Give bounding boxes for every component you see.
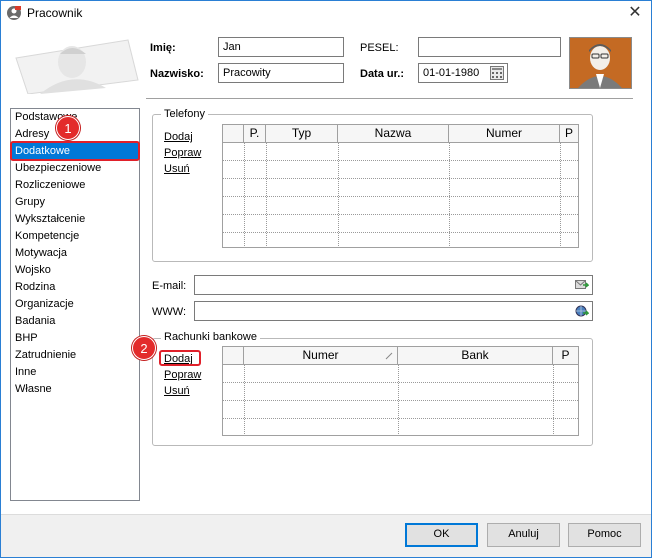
phones-add-link[interactable]: Dodaj — [164, 131, 193, 143]
sort-indicator-icon — [385, 352, 393, 360]
nav-item-bhp[interactable]: BHP — [15, 330, 38, 347]
nav-item-inne[interactable]: Inne — [15, 364, 36, 381]
ok-button[interactable]: OK — [405, 523, 478, 547]
birth-date-value: 01-01-1980 — [423, 67, 480, 79]
email-field[interactable] — [194, 275, 593, 295]
phones-group-title: Telefony — [161, 108, 208, 120]
nav-item-badania[interactable]: Badania — [15, 313, 55, 330]
step-badge-1: 1 — [56, 116, 80, 140]
bank-edit-link[interactable]: Popraw — [164, 369, 201, 381]
window-title: Pracownik — [27, 6, 83, 20]
first-name-field[interactable]: Jan — [218, 37, 344, 57]
bank-col-number[interactable]: Numer — [244, 347, 398, 365]
nav-item-wojsko[interactable]: Wojsko — [15, 262, 51, 279]
nav-item-kompetencje[interactable]: Kompetencje — [15, 228, 79, 245]
bank-grid-rows — [223, 365, 578, 435]
nav-item-rozliczeniowe[interactable]: Rozliczeniowe — [15, 177, 85, 194]
first-name-label: Imię: — [150, 42, 176, 54]
bank-col-bank[interactable]: Bank — [398, 347, 553, 365]
nav-item-motywacja[interactable]: Motywacja — [15, 245, 67, 262]
last-name-field[interactable]: Pracowity — [218, 63, 344, 83]
step-badge-2: 2 — [132, 336, 156, 360]
phones-col-p[interactable]: P. — [244, 125, 266, 143]
nav-item-zatrudnienie[interactable]: Zatrudnienie — [15, 347, 76, 364]
nav-item-wlasne[interactable]: Własne — [15, 381, 52, 398]
header-separator — [146, 98, 633, 99]
avatar[interactable] — [569, 37, 632, 89]
highlight-box-bank-add — [159, 350, 201, 366]
email-label: E-mail: — [152, 280, 187, 292]
www-field[interactable] — [194, 301, 593, 321]
phones-delete-link[interactable]: Usuń — [164, 163, 190, 175]
phones-edit-link[interactable]: Popraw — [164, 147, 201, 159]
section-list[interactable]: Podstawowe Adresy Dodatkowe Ubezpieczeni… — [10, 108, 140, 501]
phones-grid-rows — [223, 143, 578, 247]
pesel-field[interactable] — [418, 37, 561, 57]
phones-col-type[interactable]: Typ — [266, 125, 338, 143]
person-avatar-icon — [578, 44, 622, 88]
nav-item-rodzina[interactable]: Rodzina — [15, 279, 55, 296]
app-icon — [7, 6, 21, 20]
nav-item-grupy[interactable]: Grupy — [15, 194, 45, 211]
nav-item-organizacje[interactable]: Organizacje — [15, 296, 74, 313]
phones-col-number[interactable]: Numer — [449, 125, 560, 143]
close-button[interactable]: ✕ — [622, 2, 648, 24]
cancel-button[interactable]: Anuluj — [487, 523, 560, 547]
nav-item-wyksztalcenie[interactable]: Wykształcenie — [15, 211, 85, 228]
bank-accounts-table[interactable]: Numer Bank P — [222, 346, 579, 436]
bank-col-rowhead — [223, 347, 244, 365]
title-bar — [0, 0, 652, 26]
phones-col-name[interactable]: Nazwa — [338, 125, 449, 143]
bank-delete-link[interactable]: Usuń — [164, 385, 190, 397]
bank-col-primary[interactable]: P — [553, 347, 578, 365]
send-email-icon[interactable] — [575, 279, 589, 291]
phones-col-primary[interactable]: P — [560, 125, 578, 143]
pesel-label: PESEL: — [360, 42, 399, 54]
nav-item-ubezpieczeniowe[interactable]: Ubezpieczeniowe — [15, 160, 101, 177]
phones-col-rowhead — [223, 125, 244, 143]
bank-accounts-group-title: Rachunki bankowe — [161, 331, 260, 343]
last-name-label: Nazwisko: — [150, 68, 204, 80]
calendar-icon[interactable] — [490, 66, 504, 80]
bank-col-number-label: Numer — [302, 348, 339, 362]
www-label: WWW: — [152, 306, 187, 318]
help-button[interactable]: Pomoc — [568, 523, 641, 547]
open-website-icon[interactable] — [575, 305, 589, 317]
person-photo-icon — [15, 39, 139, 94]
birth-date-label: Data ur.: — [360, 68, 405, 80]
highlight-box-dodatkowe — [10, 141, 140, 161]
phones-table[interactable]: P. Typ Nazwa Numer P — [222, 124, 579, 248]
